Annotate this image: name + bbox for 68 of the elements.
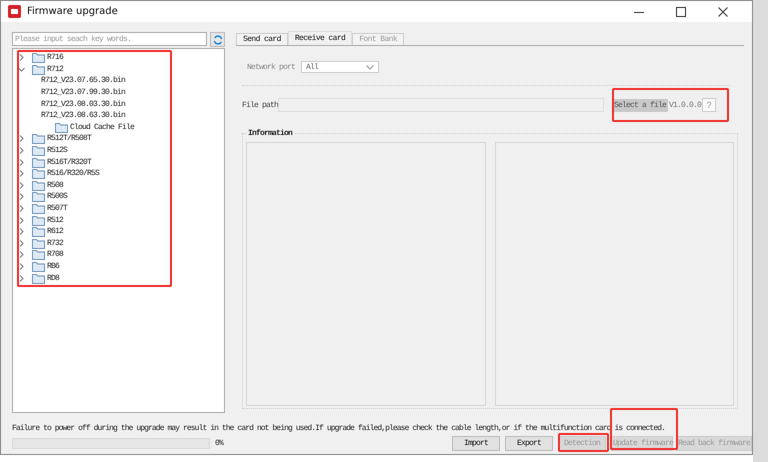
network-port-label: Network port [247, 62, 296, 72]
tree-folder[interactable]: R507T [47, 204, 68, 214]
chevron-right-icon[interactable] [18, 262, 25, 270]
chevron-down-icon [366, 64, 374, 70]
tree-folder[interactable]: R708 [47, 250, 64, 260]
tree-folder[interactable]: R716 [47, 53, 64, 62]
folder-icon [32, 156, 45, 168]
folder-icon [55, 122, 68, 133]
chevron-right-icon[interactable] [18, 147, 25, 154]
folder-icon [32, 145, 45, 156]
tree-folder[interactable]: R512 [47, 216, 64, 225]
chevron-right-icon[interactable] [18, 240, 25, 247]
folder-icon [32, 133, 45, 144]
chevron-right-icon[interactable] [18, 216, 25, 224]
action-button[interactable]: Import [452, 436, 500, 450]
search-field[interactable]: Please input seach key words. [12, 32, 207, 46]
version-label: V1.0.0.0 [668, 100, 702, 110]
app-logo-icon [8, 5, 21, 18]
close-icon[interactable] [718, 6, 728, 16]
chevron-right-icon[interactable] [18, 182, 25, 189]
tree-file[interactable]: R712_V23.08.03.30.bin [41, 100, 126, 109]
window-title: Firmware upgrade [27, 6, 118, 17]
tree-folder[interactable]: R512S [47, 146, 68, 156]
tree-folder[interactable]: Cloud Cache File [70, 122, 134, 132]
folder-icon [32, 249, 45, 260]
tree-folder[interactable]: R516T/R320T [47, 158, 92, 167]
tree-folder[interactable]: R500S [47, 192, 68, 202]
chevron-right-icon[interactable] [18, 170, 25, 178]
chevron-right-icon[interactable] [18, 274, 25, 282]
tree-file[interactable]: R712_V23.07.99.30.bin [41, 88, 126, 98]
chevron-right-icon[interactable] [18, 205, 25, 212]
chevron-right-icon[interactable] [18, 228, 25, 236]
tree-folder[interactable]: RB6 [47, 262, 60, 271]
tree-file[interactable]: R712_V23.07.65.30.bin [41, 76, 126, 86]
progress-reading: 0% [215, 438, 224, 448]
select-file-button[interactable]: Select a file [612, 98, 668, 112]
folder-icon [32, 52, 45, 64]
chevron-right-icon[interactable] [18, 135, 25, 142]
tree-folder[interactable]: RD8 [47, 274, 60, 283]
folder-icon [32, 191, 45, 202]
folder-icon [32, 272, 45, 284]
tree-folder[interactable]: R512T/R508T [47, 134, 92, 144]
tree-folder[interactable]: R712 [47, 64, 64, 74]
tree-file[interactable]: R712_V23.08.63.30.bin [41, 111, 126, 120]
file-path-label: File path [242, 100, 278, 110]
tree-folder[interactable]: R516/R320/R5S [47, 169, 100, 178]
chevron-down-icon[interactable] [18, 66, 25, 73]
maximize-icon[interactable] [676, 6, 686, 16]
chevron-right-icon[interactable] [18, 158, 25, 166]
information-title: Information [247, 129, 294, 138]
folder-icon [32, 64, 45, 75]
tab[interactable]: Send card [236, 33, 288, 45]
folder-icon [32, 168, 45, 180]
folder-icon [32, 180, 45, 191]
action-button[interactable]: Export [505, 436, 553, 450]
refresh-button[interactable] [210, 32, 225, 47]
chevron-right-icon[interactable] [18, 54, 25, 62]
folder-icon [32, 214, 45, 226]
chevron-right-icon[interactable] [18, 251, 25, 258]
tab[interactable]: Receive card [288, 31, 352, 45]
tree-folder[interactable]: R508 [47, 180, 64, 190]
folder-icon [32, 226, 45, 238]
chevron-right-icon[interactable] [18, 193, 25, 200]
tree-folder[interactable]: R612 [47, 227, 64, 236]
folder-icon [32, 260, 45, 272]
folder-icon [32, 203, 45, 214]
tree-folder[interactable]: R732 [47, 238, 64, 248]
folder-icon [32, 238, 45, 249]
